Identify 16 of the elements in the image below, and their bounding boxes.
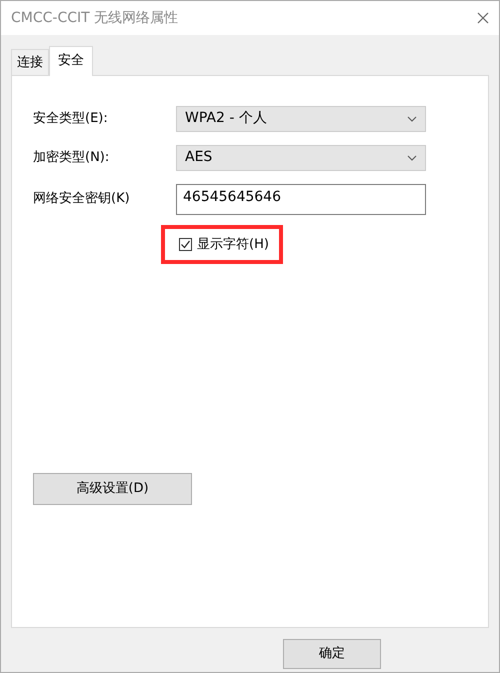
field-label: 网络安全密钥(K) xyxy=(33,190,131,208)
field-label: 加密类型(N): xyxy=(33,148,110,167)
dropdown[interactable]: WPA2 - 个人 xyxy=(176,106,426,132)
close-icon[interactable] xyxy=(477,12,489,24)
advanced-settings-button[interactable]: 高级设置(D) xyxy=(33,473,192,505)
checkbox-label[interactable]: 显示字符(H) xyxy=(197,234,269,254)
ok-button[interactable]: 确定 xyxy=(283,638,381,668)
dropdown[interactable]: AES xyxy=(176,144,426,170)
chevron-icon xyxy=(407,116,417,122)
tab[interactable]: 安全 xyxy=(49,46,93,76)
input-field[interactable]: 46545645646 xyxy=(176,184,426,214)
chevron-icon xyxy=(407,154,417,160)
window-title: CMCC-CCIT 无线网络属性 xyxy=(11,8,178,28)
field-label: 安全类型(E): xyxy=(33,110,109,128)
tab[interactable]: 连接 xyxy=(11,49,49,74)
checkbox[interactable] xyxy=(179,238,192,251)
